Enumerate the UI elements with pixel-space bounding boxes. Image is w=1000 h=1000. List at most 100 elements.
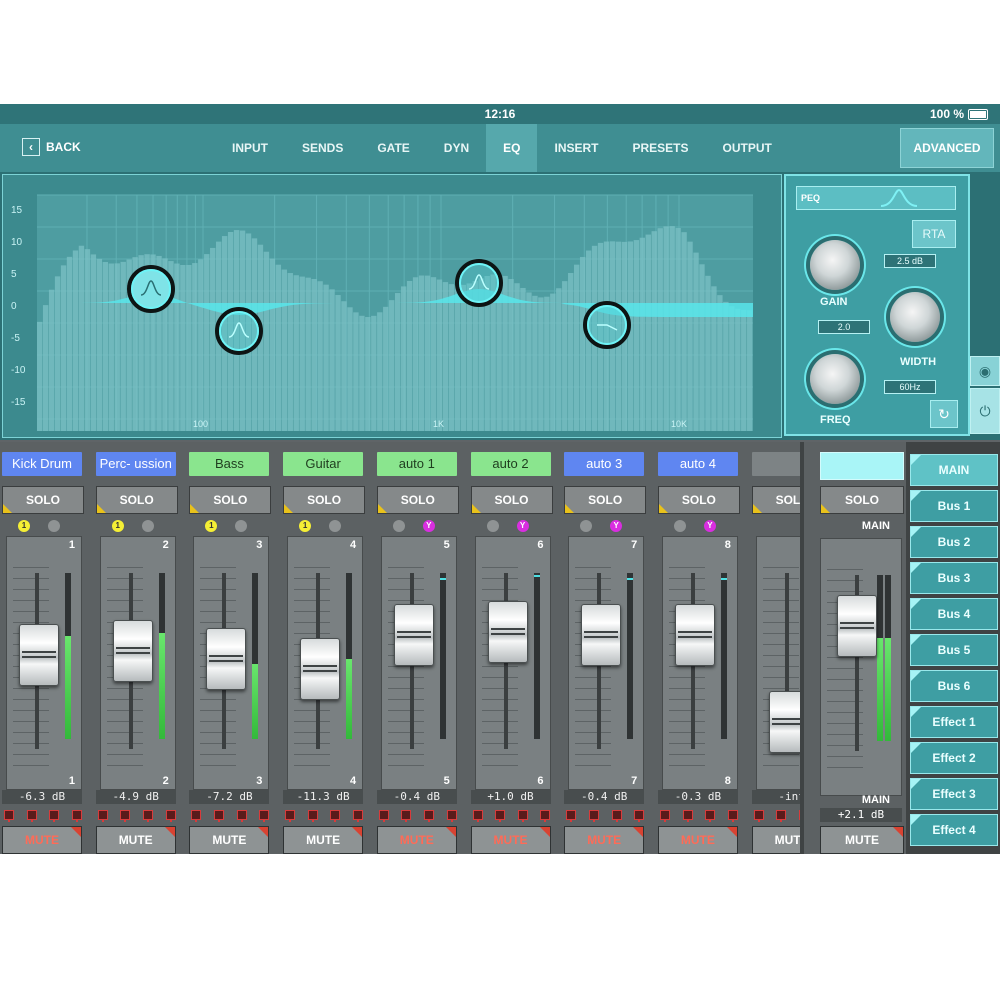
fader-knob[interactable] bbox=[206, 628, 247, 691]
mute-button[interactable]: MUTE bbox=[2, 826, 82, 854]
send-indicator[interactable] bbox=[49, 810, 60, 822]
send-indicator[interactable] bbox=[776, 810, 787, 822]
send-indicator[interactable] bbox=[165, 810, 176, 822]
channel-name[interactable]: auto 4 bbox=[657, 452, 738, 476]
bus-button-bus-1[interactable]: Bus 1 bbox=[910, 490, 998, 522]
gain-knob[interactable] bbox=[810, 240, 860, 290]
send-indicator[interactable] bbox=[330, 810, 341, 822]
bus-button-bus-5[interactable]: Bus 5 bbox=[910, 634, 998, 666]
send-indicator[interactable] bbox=[446, 810, 457, 822]
tab-dyn[interactable]: DYN bbox=[427, 124, 486, 172]
mute-button[interactable]: MUTE bbox=[657, 826, 738, 854]
send-indicator[interactable] bbox=[566, 810, 577, 822]
send-indicator[interactable] bbox=[191, 810, 202, 822]
bus-button-bus-6[interactable]: Bus 6 bbox=[910, 670, 998, 702]
send-indicator[interactable] bbox=[26, 810, 37, 822]
mute-button[interactable]: MUTE bbox=[95, 826, 176, 854]
send-indicator[interactable] bbox=[4, 810, 14, 822]
bus-button-effect-2[interactable]: Effect 2 bbox=[910, 742, 998, 774]
tab-insert[interactable]: INSERT bbox=[537, 124, 615, 172]
send-indicator[interactable] bbox=[540, 810, 551, 822]
solo-button[interactable]: SOLO bbox=[470, 486, 553, 514]
reset-button[interactable]: ↻ bbox=[930, 400, 958, 428]
solo-button[interactable]: SOLO bbox=[283, 486, 366, 514]
fader-knob[interactable] bbox=[112, 620, 153, 683]
channel-name[interactable]: auto 1 bbox=[376, 452, 457, 476]
rta-button[interactable]: RTA bbox=[912, 220, 956, 248]
send-indicator[interactable] bbox=[588, 810, 599, 822]
tab-output[interactable]: OUTPUT bbox=[706, 124, 789, 172]
tab-eq[interactable]: EQ bbox=[486, 124, 538, 172]
send-indicator[interactable] bbox=[634, 810, 645, 822]
bus-button-effect-3[interactable]: Effect 3 bbox=[910, 778, 998, 810]
bus-button-bus-4[interactable]: Bus 4 bbox=[910, 598, 998, 630]
channel-name[interactable]: Kick Drum bbox=[2, 452, 82, 476]
send-indicator[interactable] bbox=[682, 810, 693, 822]
solo-button[interactable]: SOLO bbox=[189, 486, 272, 514]
send-indicator[interactable] bbox=[727, 810, 738, 822]
send-indicator[interactable] bbox=[495, 810, 506, 822]
fader-knob[interactable] bbox=[581, 603, 622, 666]
send-indicator[interactable] bbox=[353, 810, 364, 822]
fader-knob[interactable] bbox=[393, 603, 434, 666]
solo-button[interactable]: SOLO bbox=[376, 486, 459, 514]
send-indicator[interactable] bbox=[753, 810, 764, 822]
send-indicator[interactable] bbox=[611, 810, 622, 822]
fader-knob[interactable] bbox=[19, 624, 59, 687]
freq-knob[interactable] bbox=[810, 354, 860, 404]
channel-name[interactable]: Perc- ussion bbox=[95, 452, 176, 476]
mute-button[interactable]: MUTE bbox=[470, 826, 551, 854]
main-mute-button[interactable]: MUTE bbox=[820, 826, 904, 854]
channel-name[interactable]: Bass bbox=[189, 452, 270, 476]
send-indicator[interactable] bbox=[307, 810, 318, 822]
send-indicator[interactable] bbox=[120, 810, 131, 822]
send-indicator[interactable] bbox=[378, 810, 389, 822]
send-indicator[interactable] bbox=[659, 810, 670, 822]
mute-button[interactable]: MUTE bbox=[283, 826, 364, 854]
channel-name[interactable]: auto 3 bbox=[564, 452, 645, 476]
send-indicator[interactable] bbox=[472, 810, 483, 822]
bus-button-main[interactable]: MAIN bbox=[910, 454, 998, 486]
mute-button[interactable]: MUTE bbox=[564, 826, 645, 854]
bus-button-effect-4[interactable]: Effect 4 bbox=[910, 814, 998, 846]
mute-button[interactable]: MUTE bbox=[376, 826, 457, 854]
solo-button[interactable]: SOLO bbox=[657, 486, 740, 514]
tab-input[interactable]: INPUT bbox=[215, 124, 285, 172]
send-indicator[interactable] bbox=[236, 810, 247, 822]
bus-button-bus-2[interactable]: Bus 2 bbox=[910, 526, 998, 558]
eq-power-button[interactable]: ⏻ bbox=[970, 388, 1000, 434]
solo-button[interactable]: SOLO bbox=[95, 486, 178, 514]
tab-gate[interactable]: GATE bbox=[360, 124, 426, 172]
send-indicator[interactable] bbox=[517, 810, 528, 822]
solo-button[interactable]: SOLO bbox=[2, 486, 84, 514]
bus-button-effect-1[interactable]: Effect 1 bbox=[910, 706, 998, 738]
fader-knob[interactable] bbox=[487, 601, 528, 664]
mute-button[interactable]: MUTE bbox=[189, 826, 270, 854]
eq-graph[interactable]: 15 10 5 0 -5 -10 -15 100 1K 10K bbox=[2, 174, 782, 438]
tab-presets[interactable]: PRESETS bbox=[616, 124, 706, 172]
fader-knob[interactable] bbox=[300, 637, 341, 700]
advanced-button[interactable]: ADVANCED bbox=[900, 128, 994, 168]
send-indicator[interactable] bbox=[143, 810, 153, 822]
back-button[interactable]: ‹ BACK bbox=[22, 135, 81, 159]
eq-mode-selector[interactable]: PEQ bbox=[796, 186, 956, 210]
bus-button-bus-3[interactable]: Bus 3 bbox=[910, 562, 998, 594]
fader-knob[interactable] bbox=[674, 603, 715, 666]
tab-sends[interactable]: SENDS bbox=[285, 124, 360, 172]
main-solo-button[interactable]: SOLO bbox=[820, 486, 904, 514]
send-indicator[interactable] bbox=[424, 810, 435, 822]
channel-name[interactable]: Guitar bbox=[283, 452, 364, 476]
main-fader-knob[interactable] bbox=[837, 594, 877, 657]
band-select-button[interactable]: ◉ bbox=[970, 356, 1000, 386]
send-indicator[interactable] bbox=[71, 810, 82, 822]
send-indicator[interactable] bbox=[285, 810, 296, 822]
send-indicator[interactable] bbox=[97, 810, 108, 822]
solo-button[interactable]: SOLO bbox=[564, 486, 647, 514]
send-indicator[interactable] bbox=[705, 810, 716, 822]
send-indicator[interactable] bbox=[259, 810, 270, 822]
send-indicator[interactable] bbox=[214, 810, 225, 822]
width-knob[interactable] bbox=[890, 292, 940, 342]
main-name-tag[interactable] bbox=[820, 452, 904, 480]
send-indicator[interactable] bbox=[401, 810, 412, 822]
channel-name[interactable]: auto 2 bbox=[470, 452, 551, 476]
